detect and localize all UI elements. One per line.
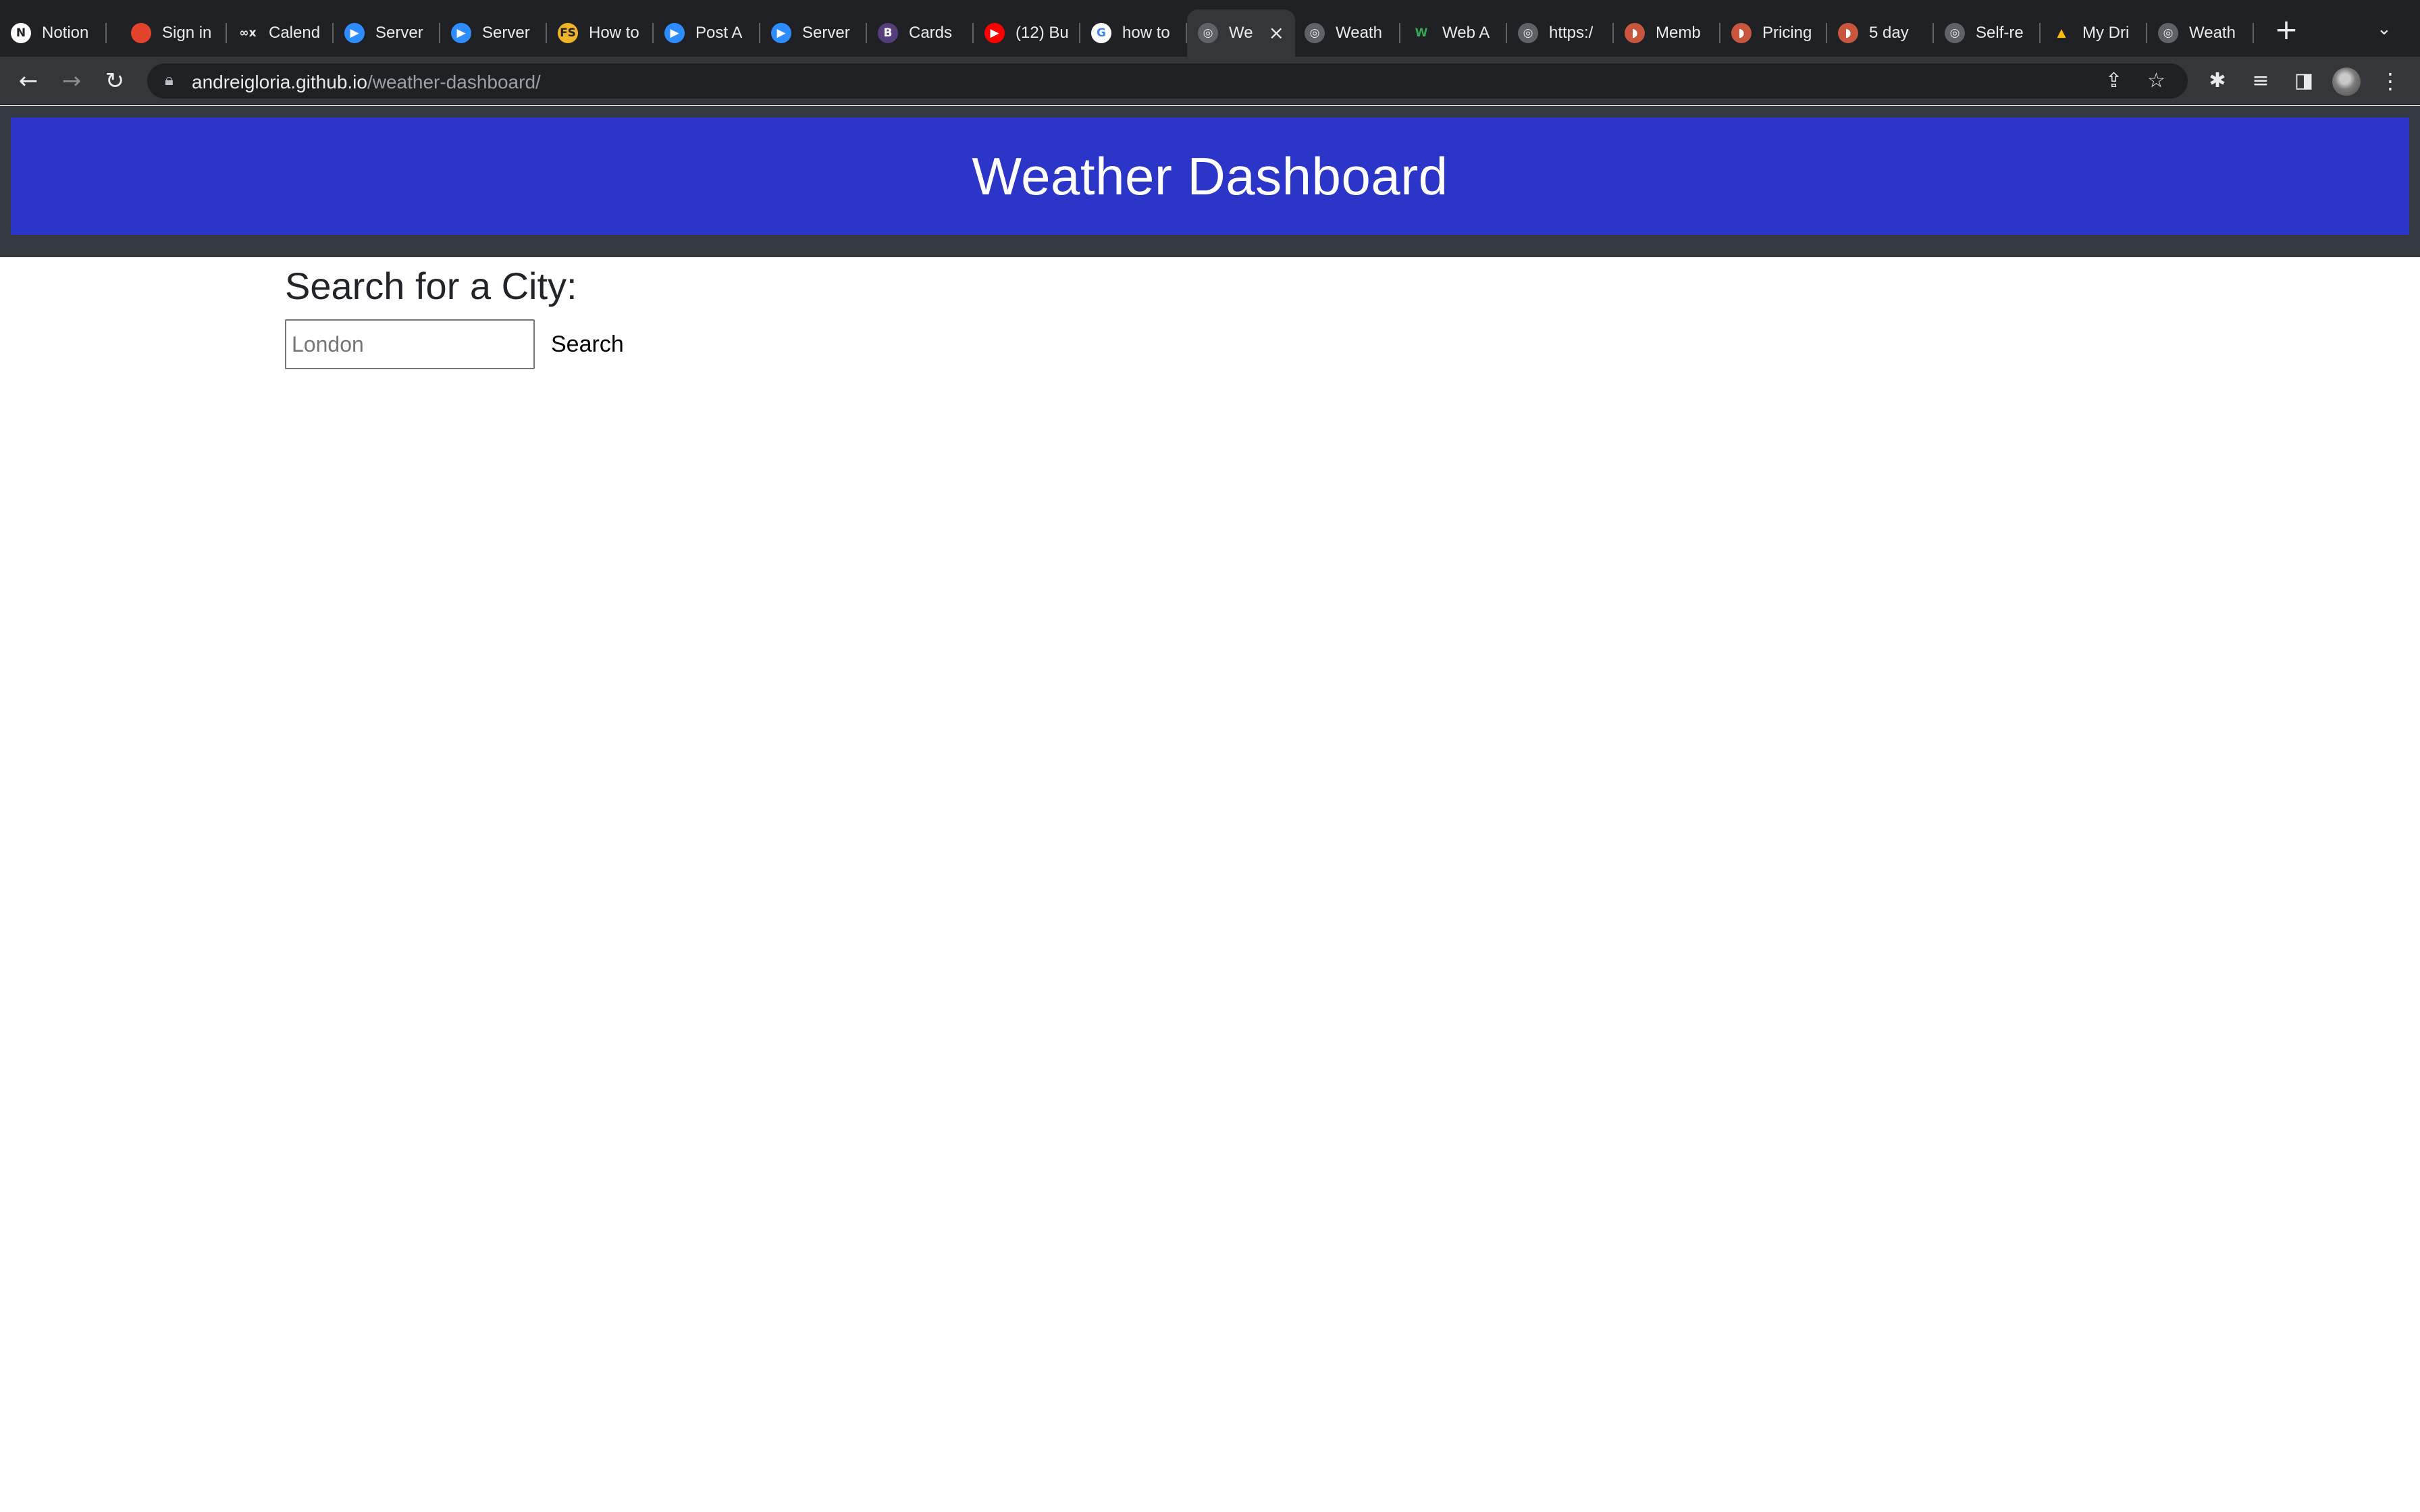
- bookmark-star-icon[interactable]: ☆: [2147, 69, 2165, 92]
- browser-tab[interactable]: Sign in: [120, 9, 227, 57]
- reload-icon[interactable]: ↻: [100, 66, 130, 96]
- tab-label: Sign in: [162, 24, 212, 42]
- side-panel-icon[interactable]: ◨: [2289, 66, 2319, 96]
- tab-label: Post A: [695, 24, 743, 42]
- browser-toolbar: ← → ↻ 🔒︎ andreigloria.github.io/weather-…: [0, 57, 2420, 105]
- zoom-icon: ▶: [664, 23, 685, 43]
- tab-search-chevron-icon[interactable]: ⌄: [2377, 19, 2392, 39]
- browser-tab[interactable]: ▶ Server: [334, 9, 440, 57]
- browser-tab[interactable]: ▶ Post A: [654, 9, 760, 57]
- tab-label: How to: [589, 24, 639, 42]
- share-icon[interactable]: ⇪: [2105, 69, 2122, 92]
- tab-label: Server: [802, 24, 850, 42]
- fs-icon: FS: [558, 23, 578, 43]
- header-frame: Weather Dashboard: [0, 106, 2420, 257]
- google-icon: G: [1091, 23, 1111, 43]
- profile-avatar[interactable]: [2332, 68, 2361, 96]
- browser-tab[interactable]: ▶ Server: [440, 9, 547, 57]
- tab-label: We: [1229, 24, 1253, 42]
- tab-label: Self-re: [1976, 24, 2024, 42]
- url-text[interactable]: andreigloria.github.io/weather-dashboard…: [192, 72, 541, 93]
- tab-label: 5 day: [1869, 24, 1909, 42]
- helmet-icon: ◗: [1731, 23, 1752, 43]
- browser-tab[interactable]: ◗ 5 day: [1827, 9, 1934, 57]
- bootstrap-icon: B: [878, 23, 898, 43]
- tab-label: Weath: [1336, 24, 1382, 42]
- browser-tab[interactable]: N Notion: [0, 9, 107, 57]
- browser-tab[interactable]: ◎ Weath: [1294, 9, 1400, 57]
- new-tab-button[interactable]: +: [2271, 15, 2301, 45]
- globe-icon: ◎: [1518, 23, 1538, 43]
- notion-icon: N: [11, 23, 31, 43]
- tab-label: Pricing: [1762, 24, 1812, 42]
- zoom-icon: ▶: [344, 23, 365, 43]
- tab-label: Calend: [269, 24, 321, 42]
- browser-tab[interactable]: W Web A: [1400, 9, 1507, 57]
- browser-tab[interactable]: ◗ Pricing: [1720, 9, 1827, 57]
- zoom-icon: ▶: [451, 23, 471, 43]
- globe-icon: ◎: [1945, 23, 1965, 43]
- helmet-icon: ◗: [1625, 23, 1645, 43]
- url-path: /weather-dashboard/: [367, 72, 541, 92]
- kebab-menu-icon[interactable]: ⋮: [2375, 66, 2405, 96]
- globe-icon: ◎: [1198, 23, 1218, 43]
- w-icon: W: [1411, 23, 1431, 43]
- tab-label: Cards: [909, 24, 953, 42]
- tab-label: https:/: [1549, 24, 1594, 42]
- lock-icon[interactable]: 🔒︎: [165, 70, 174, 89]
- page-title: Weather Dashboard: [972, 146, 1448, 206]
- tab-label: (12) Bu: [1016, 24, 1069, 42]
- tab-label: Server: [375, 24, 423, 42]
- header-banner: Weather Dashboard: [11, 117, 2409, 235]
- tab-label: Weath: [2189, 24, 2236, 42]
- address-bar[interactable]: 🔒︎ andreigloria.github.io/weather-dashbo…: [147, 63, 2188, 99]
- media-queue-icon[interactable]: ≡: [2246, 66, 2276, 96]
- browser-tab[interactable]: ◎ Weath: [2147, 9, 2254, 57]
- globe-icon: ◎: [1305, 23, 1325, 43]
- browser-tab[interactable]: ◎ https:/: [1507, 9, 1614, 57]
- browser-tab-strip: N Notion Sign in ∞x Calend ▶ Server ▶ Server FS Ho…: [0, 0, 2420, 57]
- search-heading: Search for a City:: [285, 265, 577, 307]
- browser-tab[interactable]: ▶ Server: [760, 9, 867, 57]
- zoom-icon: ▶: [771, 23, 791, 43]
- city-search-input[interactable]: [285, 319, 535, 369]
- extensions-puzzle-icon[interactable]: ✱: [2203, 66, 2232, 96]
- youtube-icon: ▶: [984, 23, 1005, 43]
- tab-label: how to: [1122, 24, 1170, 42]
- url-host: andreigloria.github.io: [192, 72, 367, 92]
- tab-label: Memb: [1656, 24, 1701, 42]
- browser-tab[interactable]: B Cards: [867, 9, 974, 57]
- tab-label: My Dri: [2082, 24, 2130, 42]
- gitlab-icon: [131, 23, 151, 43]
- google-drive-icon: ▲: [2051, 23, 2072, 43]
- browser-tab[interactable]: ▶ (12) Bu: [974, 9, 1080, 57]
- browser-tab[interactable]: Ghow to: [1080, 9, 1187, 57]
- globe-icon: ◎: [2158, 23, 2178, 43]
- helmet-icon: ◗: [1838, 23, 1858, 43]
- calendly-icon: ∞x: [238, 23, 258, 43]
- tab-label: Server: [482, 24, 530, 42]
- tab-label: Notion: [42, 24, 89, 42]
- back-icon[interactable]: ←: [14, 66, 43, 96]
- search-button[interactable]: Search: [540, 319, 635, 369]
- page-content: Weather Dashboard Search for a City: Sea…: [0, 106, 2420, 1512]
- tab-label: Web A: [1442, 24, 1490, 42]
- browser-tab[interactable]: ◎ Self-re: [1934, 9, 2041, 57]
- browser-tab[interactable]: ◗ Memb: [1614, 9, 1720, 57]
- browser-tab[interactable]: FS How to: [547, 9, 654, 57]
- browser-tab[interactable]: ∞x Calend: [227, 9, 334, 57]
- browser-tab[interactable]: ▲ My Dri: [2041, 9, 2147, 57]
- forward-icon[interactable]: →: [57, 66, 86, 96]
- close-tab-icon[interactable]: ×: [1269, 22, 1284, 44]
- browser-tab[interactable]: ◎ We ×: [1187, 9, 1295, 57]
